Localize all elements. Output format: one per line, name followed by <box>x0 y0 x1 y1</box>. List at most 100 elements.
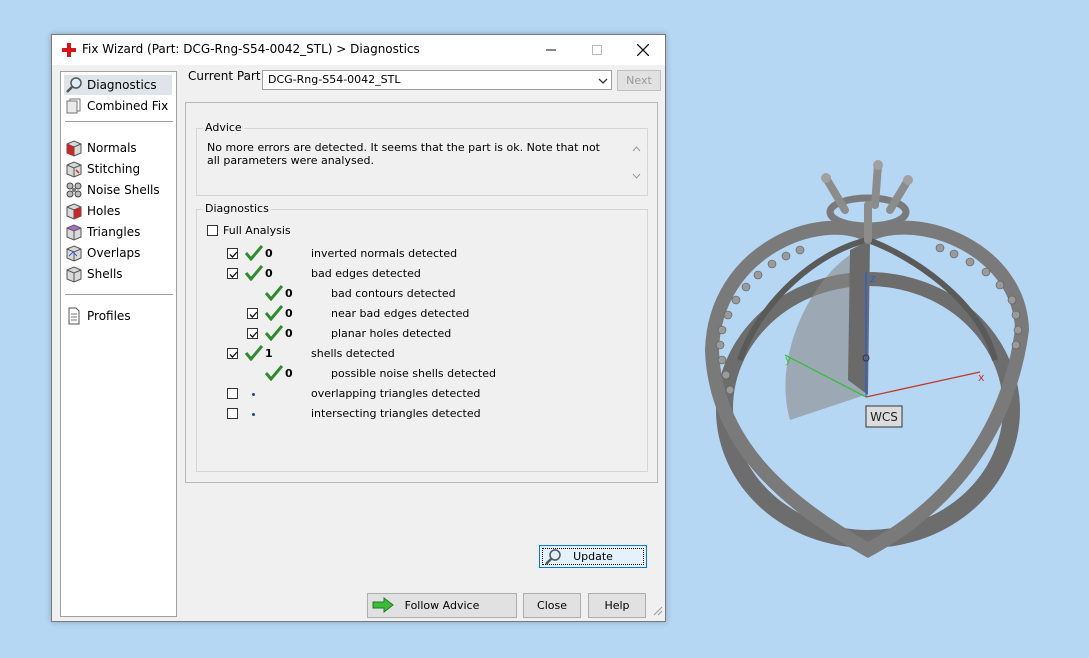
3d-viewport[interactable]: z y x WCS <box>700 150 1040 570</box>
diagnostic-checkbox[interactable] <box>227 388 238 399</box>
resize-grip-icon[interactable] <box>653 605 663 619</box>
axis-z-label: z <box>870 272 876 285</box>
nav-item-holes[interactable]: Holes <box>64 201 172 221</box>
nav-label: Stitching <box>87 162 141 176</box>
diagnostics-label: Diagnostics <box>203 202 271 215</box>
stitching-icon <box>64 160 84 178</box>
diagnostic-count: 1 <box>265 347 273 360</box>
diagnostic-label: bad contours detected <box>331 287 456 300</box>
nav-item-diagnostics[interactable]: Diagnostics <box>64 75 172 95</box>
close-icon <box>637 44 649 56</box>
magnifier-icon <box>64 76 84 94</box>
full-analysis-label[interactable]: Full Analysis <box>223 224 291 237</box>
noise-shells-icon <box>64 181 84 199</box>
wcs-label: WCS <box>870 410 898 424</box>
nav-label: Shells <box>87 267 123 281</box>
close-button[interactable]: Close <box>523 593 581 618</box>
scroll-down-icon[interactable] <box>632 173 641 183</box>
wizard-nav: Diagnostics Combined Fix Normals Stitchi… <box>60 71 177 617</box>
close-window-button[interactable] <box>620 35 666 65</box>
nav-item-normals[interactable]: Normals <box>64 138 172 158</box>
diagnostic-checkbox[interactable] <box>227 268 238 279</box>
diagnostic-count: 0 <box>285 287 293 300</box>
green-check-icon <box>264 285 284 304</box>
update-button[interactable]: Update <box>539 545 647 568</box>
nav-item-noise-shells[interactable]: Noise Shells <box>64 180 172 200</box>
green-check-icon <box>264 305 284 324</box>
diagnostic-count: 0 <box>285 327 293 340</box>
green-check-icon <box>244 345 264 364</box>
nav-item-overlaps[interactable]: Overlaps <box>64 243 172 263</box>
nav-item-combined-fix[interactable]: Combined Fix <box>64 96 172 116</box>
next-button[interactable]: Next <box>617 70 661 91</box>
full-analysis-checkbox[interactable] <box>207 225 218 236</box>
nav-item-triangles[interactable]: Triangles <box>64 222 172 242</box>
advice-text: No more errors are detected. It seems th… <box>207 141 600 167</box>
nav-divider <box>65 121 173 122</box>
nav-label: Normals <box>87 141 137 155</box>
follow-advice-label: Follow Advice <box>404 599 480 612</box>
follow-advice-button[interactable]: Follow Advice <box>367 593 517 618</box>
diagnostic-count: 0 <box>285 367 293 380</box>
scroll-up-icon[interactable] <box>632 145 641 155</box>
maximize-button[interactable] <box>574 35 620 65</box>
nav-label: Profiles <box>87 309 131 323</box>
overlaps-icon <box>64 244 84 262</box>
diagnostic-label: overlapping triangles detected <box>311 387 481 400</box>
diagnostic-checkbox[interactable] <box>247 328 258 339</box>
help-button[interactable]: Help <box>588 593 646 618</box>
maximize-icon <box>592 45 602 55</box>
green-check-icon <box>244 265 264 284</box>
nav-label: Diagnostics <box>87 78 157 92</box>
title-bar[interactable]: Fix Wizard (Part: DCG-Rng-S54-0042_STL) … <box>52 35 665 65</box>
advice-group: Advice No more errors are detected. It s… <box>196 121 648 196</box>
nav-divider <box>65 294 173 295</box>
axis-x-label: x <box>978 371 985 384</box>
diagnostic-checkbox[interactable] <box>227 348 238 359</box>
diagnostic-checkbox[interactable] <box>227 408 238 419</box>
diagnostic-count: 0 <box>265 247 273 260</box>
nav-label: Noise Shells <box>87 183 160 197</box>
diagnostic-label: shells detected <box>311 347 395 360</box>
current-part-value: DCG-Rng-S54-0042_STL <box>268 73 401 86</box>
magnifier-icon <box>544 548 562 572</box>
normals-icon <box>64 139 84 157</box>
nav-item-shells[interactable]: Shells <box>64 264 172 284</box>
diagnostics-panel: Advice No more errors are detected. It s… <box>185 102 658 568</box>
update-label: Update <box>573 550 613 563</box>
green-check-icon <box>264 365 284 384</box>
document-icon <box>64 307 84 325</box>
arrow-right-icon <box>372 596 394 621</box>
diagnostic-label: bad edges detected <box>311 267 421 280</box>
diagnostic-checkbox[interactable] <box>247 308 258 319</box>
minimize-button[interactable] <box>528 35 574 65</box>
diagnostic-label: inverted normals detected <box>311 247 458 260</box>
nav-label: Holes <box>87 204 121 218</box>
pending-dot-icon <box>252 393 255 396</box>
diagnostic-checkbox[interactable] <box>227 248 238 259</box>
axis-y-label: y <box>785 353 792 366</box>
current-part-label: Current Part: <box>188 69 265 83</box>
chevron-down-icon <box>598 74 608 92</box>
diagnostic-label: near bad edges detected <box>331 307 470 320</box>
diagnostic-label: intersecting triangles detected <box>311 407 481 420</box>
advice-label: Advice <box>203 121 244 134</box>
green-check-icon <box>264 325 284 344</box>
current-part-select[interactable]: DCG-Rng-S54-0042_STL <box>262 70 612 90</box>
diagnostic-count: 0 <box>265 267 273 280</box>
diagnostic-count: 0 <box>285 307 293 320</box>
triangles-icon <box>64 223 84 241</box>
shells-icon <box>64 265 84 283</box>
diagnostic-label: planar holes detected <box>331 327 452 340</box>
nav-item-stitching[interactable]: Stitching <box>64 159 172 179</box>
diagnostic-label: possible noise shells detected <box>331 367 497 380</box>
green-check-icon <box>244 245 264 264</box>
window-title: Fix Wizard (Part: DCG-Rng-S54-0042_STL) … <box>82 42 420 56</box>
holes-icon <box>64 202 84 220</box>
nav-label: Triangles <box>87 225 141 239</box>
red-cross-icon <box>62 43 76 60</box>
fix-wizard-dialog: Fix Wizard (Part: DCG-Rng-S54-0042_STL) … <box>51 34 666 622</box>
nav-item-profiles[interactable]: Profiles <box>64 306 172 326</box>
combined-fix-icon <box>64 97 84 115</box>
minimize-icon <box>546 49 556 51</box>
